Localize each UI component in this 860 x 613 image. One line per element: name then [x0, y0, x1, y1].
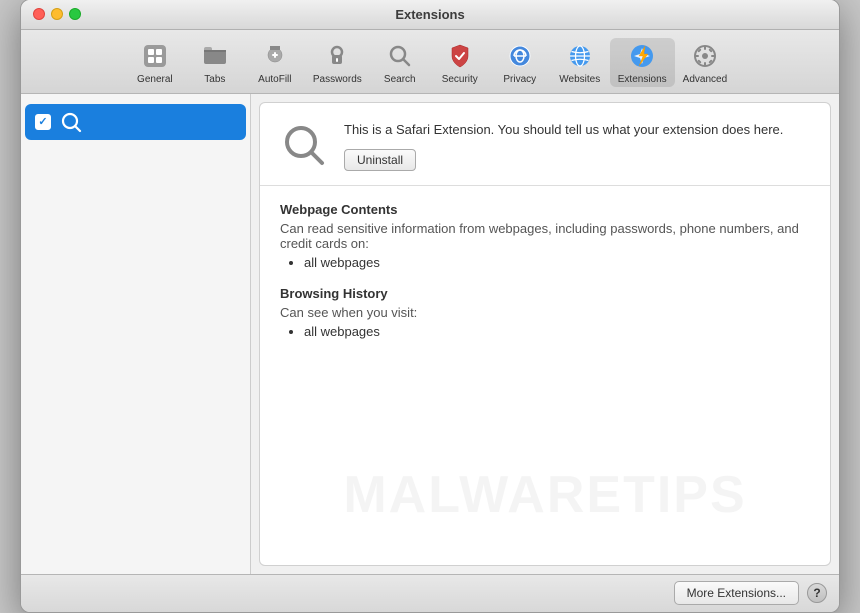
browsing-history-item: all webpages — [304, 324, 810, 339]
extension-checkbox[interactable]: ✓ — [35, 114, 51, 130]
toolbar-item-security[interactable]: Security — [430, 38, 490, 87]
privacy-icon — [504, 40, 536, 72]
browsing-history-section: Browsing History Can see when you visit:… — [280, 286, 810, 339]
close-button[interactable] — [33, 8, 45, 20]
toolbar-item-tabs[interactable]: Tabs — [185, 38, 245, 87]
tabs-label: Tabs — [204, 74, 225, 85]
sidebar: ✓ — [21, 94, 251, 574]
webpage-contents-list: all webpages — [280, 255, 810, 270]
passwords-icon — [321, 40, 353, 72]
webpage-contents-section: Webpage Contents Can read sensitive info… — [280, 202, 810, 270]
extensions-icon — [626, 40, 658, 72]
traffic-lights — [33, 8, 81, 20]
search-label: Search — [384, 74, 416, 85]
maximize-button[interactable] — [69, 8, 81, 20]
security-icon — [444, 40, 476, 72]
uninstall-button[interactable]: Uninstall — [344, 149, 416, 171]
search-icon — [384, 40, 416, 72]
general-icon — [139, 40, 171, 72]
bottom-bar: More Extensions... ? — [21, 574, 839, 612]
general-label: General — [137, 74, 173, 85]
webpage-contents-desc: Can read sensitive information from webp… — [280, 221, 810, 251]
privacy-label: Privacy — [503, 74, 536, 85]
extension-info: This is a Safari Extension. You should t… — [344, 121, 810, 171]
security-label: Security — [442, 74, 478, 85]
sidebar-item-search-ext[interactable]: ✓ — [25, 104, 246, 140]
toolbar-item-search[interactable]: Search — [370, 38, 430, 87]
extensions-label: Extensions — [618, 74, 667, 85]
browsing-history-list: all webpages — [280, 324, 810, 339]
safari-preferences-window: Extensions General — [20, 0, 840, 613]
more-extensions-button[interactable]: More Extensions... — [674, 581, 799, 605]
titlebar: Extensions — [21, 0, 839, 30]
advanced-icon — [689, 40, 721, 72]
minimize-button[interactable] — [51, 8, 63, 20]
permissions-section: Webpage Contents Can read sensitive info… — [260, 186, 830, 371]
webpage-contents-item: all webpages — [304, 255, 810, 270]
toolbar-item-extensions[interactable]: Extensions — [610, 38, 675, 87]
autofill-icon — [259, 40, 291, 72]
websites-label: Websites — [559, 74, 600, 85]
toolbar-item-general[interactable]: General — [125, 38, 185, 87]
detail-panel: This is a Safari Extension. You should t… — [259, 102, 831, 566]
toolbar: General Tabs AutoFill — [21, 30, 839, 94]
autofill-label: AutoFill — [258, 74, 291, 85]
websites-icon — [564, 40, 596, 72]
extension-icon — [280, 121, 328, 169]
browsing-history-title: Browsing History — [280, 286, 810, 301]
webpage-contents-title: Webpage Contents — [280, 202, 810, 217]
passwords-label: Passwords — [313, 74, 362, 85]
window-title: Extensions — [395, 7, 464, 22]
browsing-history-desc: Can see when you visit: — [280, 305, 810, 320]
extension-sidebar-icon — [59, 110, 83, 134]
toolbar-item-websites[interactable]: Websites — [550, 38, 610, 87]
toolbar-item-passwords[interactable]: Passwords — [305, 38, 370, 87]
help-button[interactable]: ? — [807, 583, 827, 603]
extension-description: This is a Safari Extension. You should t… — [344, 121, 810, 139]
advanced-label: Advanced — [683, 74, 727, 85]
watermark: MALWARETIPS — [260, 465, 830, 525]
toolbar-item-privacy[interactable]: Privacy — [490, 38, 550, 87]
toolbar-item-advanced[interactable]: Advanced — [675, 38, 735, 87]
toolbar-item-autofill[interactable]: AutoFill — [245, 38, 305, 87]
tabs-icon — [199, 40, 231, 72]
main-content: ✓ — [21, 94, 839, 574]
extension-header: This is a Safari Extension. You should t… — [260, 103, 830, 186]
checkmark-icon: ✓ — [38, 115, 47, 128]
